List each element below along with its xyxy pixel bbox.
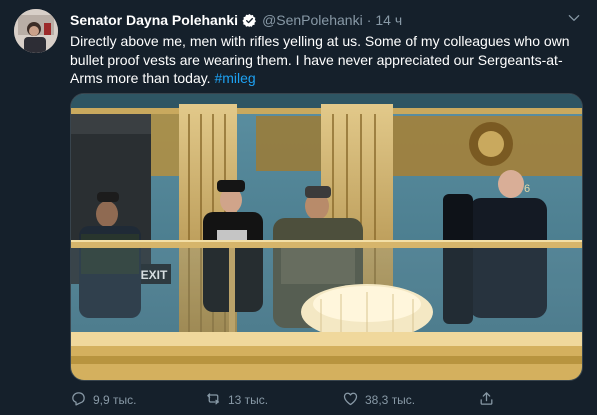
chevron-down-icon[interactable]: [567, 11, 581, 30]
hashtag-link[interactable]: #mileg: [214, 70, 255, 86]
tweet: Senator Dayna Polehanki @SenPolehanki · …: [0, 0, 597, 415]
tweet-body: Directly above me, men with rifles yelli…: [70, 33, 570, 86]
wall-medallion-numeral: 6: [524, 183, 530, 195]
author-handle[interactable]: @SenPolehanki: [262, 12, 363, 28]
share-button[interactable]: [478, 390, 495, 410]
retweet-count: 13 тыс.: [228, 393, 269, 407]
tweet-text: Directly above me, men with rifles yelli…: [70, 32, 582, 88]
tweet-photo[interactable]: EXIT 6: [70, 93, 583, 381]
tweet-timestamp[interactable]: 14 ч: [375, 12, 402, 28]
like-count: 38,3 тыс.: [365, 393, 416, 407]
reply-button[interactable]: 9,9 тыс.: [70, 390, 136, 410]
share-icon: [478, 390, 495, 410]
reply-count: 9,9 тыс.: [93, 393, 137, 407]
author-name[interactable]: Senator Dayna Polehanki: [70, 12, 238, 28]
retweet-button[interactable]: 13 тыс.: [205, 390, 268, 410]
tweet-header: Senator Dayna Polehanki @SenPolehanki · …: [70, 10, 402, 30]
verified-badge-icon: [242, 13, 257, 28]
retweet-icon: [205, 390, 222, 410]
reply-icon: [70, 390, 87, 410]
avatar[interactable]: [14, 9, 58, 53]
tweet-actions: 9,9 тыс. 13 тыс. 38,3 тыс.: [70, 389, 582, 411]
like-button[interactable]: 38,3 тыс.: [342, 390, 415, 410]
heart-icon: [342, 390, 359, 410]
separator-dot: ·: [366, 12, 372, 28]
